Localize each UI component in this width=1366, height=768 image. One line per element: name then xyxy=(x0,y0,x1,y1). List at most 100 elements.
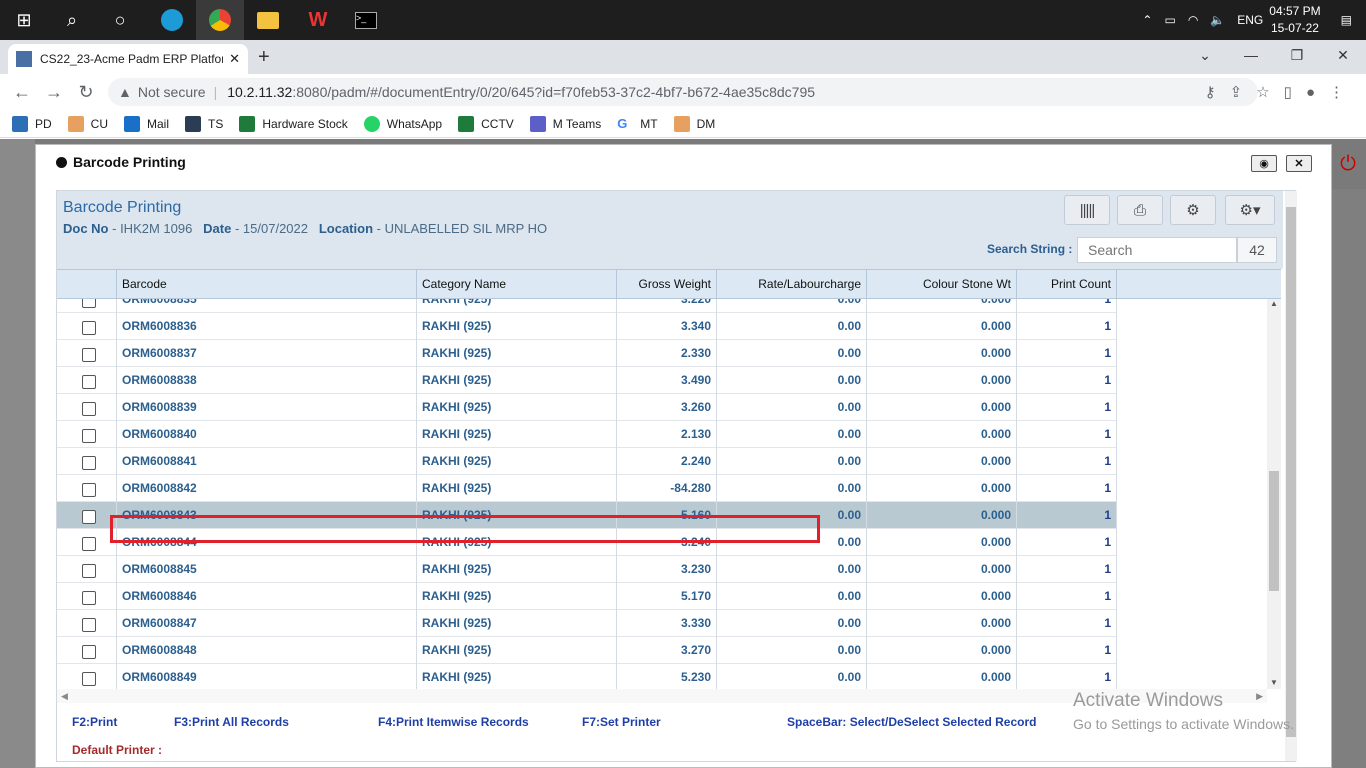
row-checkbox[interactable] xyxy=(82,321,96,335)
windows-start-icon[interactable]: ⊞ xyxy=(0,0,48,40)
header-print-count[interactable]: Print Count xyxy=(1017,270,1117,298)
bookmark-whatsapp[interactable]: WhatsApp xyxy=(363,115,442,132)
bookmark-mt[interactable]: G MT xyxy=(617,115,658,132)
row-checkbox[interactable] xyxy=(82,564,96,578)
clock-date: 15-07-22 xyxy=(1270,21,1319,35)
row-checkbox[interactable] xyxy=(82,456,96,470)
row-checkbox[interactable] xyxy=(82,537,96,551)
battery-icon[interactable]: ▭ xyxy=(1164,13,1175,27)
row-checkbox[interactable] xyxy=(82,618,96,632)
not-secure-label: Not secure xyxy=(137,84,206,100)
scroll-left-icon[interactable]: ◀ xyxy=(61,691,68,702)
view-toggle-button[interactable]: ◉ xyxy=(1251,155,1277,172)
terminal-icon[interactable]: >_ xyxy=(342,0,390,40)
panel-vertical-scrollbar[interactable] xyxy=(1285,191,1297,761)
table-row[interactable]: ORM6008848 RAKHI (925) 3.270 0.00 0.000 1 xyxy=(57,637,1117,664)
row-checkbox[interactable] xyxy=(82,645,96,659)
close-modal-button[interactable]: ✕ xyxy=(1286,155,1312,172)
menu-icon[interactable]: ⋮ xyxy=(1329,83,1344,101)
reload-icon[interactable]: ↻ xyxy=(70,82,102,103)
bookmark-mail[interactable]: Mail xyxy=(124,115,169,132)
row-checkbox[interactable] xyxy=(82,429,96,443)
file-explorer-icon[interactable] xyxy=(244,0,292,40)
bookmark-dm[interactable]: DM xyxy=(673,115,715,132)
row-checkbox[interactable] xyxy=(82,510,96,524)
search-input[interactable] xyxy=(1077,237,1237,263)
table-row[interactable]: ORM6008841 RAKHI (925) 2.240 0.00 0.000 1 xyxy=(57,448,1117,475)
row-checkbox[interactable] xyxy=(82,375,96,389)
edge-icon[interactable] xyxy=(148,0,196,40)
wps-office-icon[interactable]: W xyxy=(294,0,342,40)
cortana-icon[interactable]: ○ xyxy=(96,0,144,40)
bookmark-hardware-stock[interactable]: Hardware Stock xyxy=(239,115,348,132)
settings-button[interactable]: ⚙ xyxy=(1170,195,1216,225)
new-tab-button[interactable]: + xyxy=(258,46,270,69)
tab-search-icon[interactable]: ⌄ xyxy=(1182,40,1228,70)
rate-cell: 0.00 xyxy=(717,394,867,421)
browser-tab[interactable]: CS22_23-Acme Padm ERP Platfor ✕ xyxy=(8,44,248,74)
close-window-button[interactable]: ✕ xyxy=(1320,40,1366,70)
table-row[interactable]: ORM6008839 RAKHI (925) 3.260 0.00 0.000 1 xyxy=(57,394,1117,421)
table-row[interactable]: ORM6008836 RAKHI (925) 3.340 0.00 0.000 1 xyxy=(57,313,1117,340)
url-host: 10.2.11.32 xyxy=(227,84,293,100)
language-indicator[interactable]: ENG xyxy=(1237,13,1263,27)
share-icon[interactable]: ⇪ xyxy=(1230,83,1243,101)
row-checkbox[interactable] xyxy=(82,672,96,686)
table-row[interactable]: ORM6008842 RAKHI (925) -84.280 0.00 0.000 1 xyxy=(57,475,1117,502)
wifi-icon[interactable]: ◠ xyxy=(1188,13,1198,27)
header-barcode[interactable]: Barcode xyxy=(117,270,417,298)
print-count-cell: 1 xyxy=(1017,367,1117,394)
key-icon[interactable]: ⚷ xyxy=(1205,83,1216,101)
bookmark-m-teams[interactable]: M Teams xyxy=(529,115,601,132)
header-rate-labourcharge[interactable]: Rate/Labourcharge xyxy=(717,270,867,298)
bookmark-pd[interactable]: PD xyxy=(12,115,52,132)
scrollbar-thumb[interactable] xyxy=(1269,471,1279,591)
back-icon[interactable]: ← xyxy=(6,82,38,103)
options-dropdown-button[interactable]: ⚙▾ xyxy=(1225,195,1275,225)
close-tab-icon[interactable]: ✕ xyxy=(229,51,240,67)
chrome-icon[interactable] xyxy=(196,0,244,40)
table-row[interactable]: ORM6008838 RAKHI (925) 3.490 0.00 0.000 1 xyxy=(57,367,1117,394)
header-select[interactable] xyxy=(57,270,117,298)
bookmark-ts[interactable]: TS xyxy=(185,115,223,132)
barcode-button[interactable]: ||||| xyxy=(1064,195,1110,225)
chevron-up-icon[interactable]: ⌃ xyxy=(1142,13,1152,27)
table-row[interactable]: ORM6008846 RAKHI (925) 5.170 0.00 0.000 1 xyxy=(57,583,1117,610)
table-row[interactable]: ORM6008849 RAKHI (925) 5.230 0.00 0.000 1 xyxy=(57,664,1117,689)
forward-icon[interactable]: → xyxy=(38,82,70,103)
header-colour-stone-wt[interactable]: Colour Stone Wt xyxy=(867,270,1017,298)
table-row[interactable]: ORM6008835 RAKHI (925) 3.220 0.00 0.000 1 xyxy=(57,299,1117,313)
power-icon[interactable]: ⏻ xyxy=(1340,153,1356,176)
profile-avatar-icon[interactable]: ● xyxy=(1306,84,1315,101)
scroll-up-icon[interactable]: ▲ xyxy=(1270,299,1278,308)
table-row[interactable]: ORM6008837 RAKHI (925) 2.330 0.00 0.000 1 xyxy=(57,340,1117,367)
side-panel-icon[interactable]: ▯ xyxy=(1284,83,1292,101)
bookmark-cu[interactable]: CU xyxy=(67,115,108,132)
select-cell xyxy=(57,664,117,689)
table-row[interactable]: ORM6008840 RAKHI (925) 2.130 0.00 0.000 1 xyxy=(57,421,1117,448)
row-checkbox[interactable] xyxy=(82,483,96,497)
notification-icon[interactable]: ▤ xyxy=(1341,13,1352,27)
restore-button[interactable]: ❐ xyxy=(1274,40,1320,70)
bookmark-star-icon[interactable]: ☆ xyxy=(1256,83,1269,101)
bookmark-cctv[interactable]: CCTV xyxy=(458,115,514,132)
panel-scrollbar-thumb[interactable] xyxy=(1286,207,1296,737)
grid-vertical-scrollbar[interactable]: ▲ ▼ xyxy=(1267,299,1281,689)
row-checkbox[interactable] xyxy=(82,591,96,605)
search-icon[interactable]: ⌕ xyxy=(48,0,96,40)
table-row[interactable]: ORM6008845 RAKHI (925) 3.230 0.00 0.000 1 xyxy=(57,556,1117,583)
table-row[interactable]: ORM6008847 RAKHI (925) 3.330 0.00 0.000 1 xyxy=(57,610,1117,637)
row-checkbox[interactable] xyxy=(82,299,96,308)
minimize-button[interactable]: — xyxy=(1228,40,1274,70)
row-checkbox[interactable] xyxy=(82,402,96,416)
watermark-title: Activate Windows xyxy=(1073,690,1223,711)
url-input[interactable]: ▲ Not secure | 10.2.11.32 :8080/padm/#/d… xyxy=(108,78,1258,106)
header-category-name[interactable]: Category Name xyxy=(417,270,617,298)
header-gross-weight[interactable]: Gross Weight xyxy=(617,270,717,298)
volume-icon[interactable]: 🔈 xyxy=(1210,13,1225,27)
rate-cell: 0.00 xyxy=(717,583,867,610)
scroll-down-icon[interactable]: ▼ xyxy=(1270,678,1278,687)
print-button[interactable]: ⎙ xyxy=(1117,195,1163,225)
row-checkbox[interactable] xyxy=(82,348,96,362)
clock[interactable]: 04:57 PM 15-07-22 xyxy=(1269,3,1320,37)
